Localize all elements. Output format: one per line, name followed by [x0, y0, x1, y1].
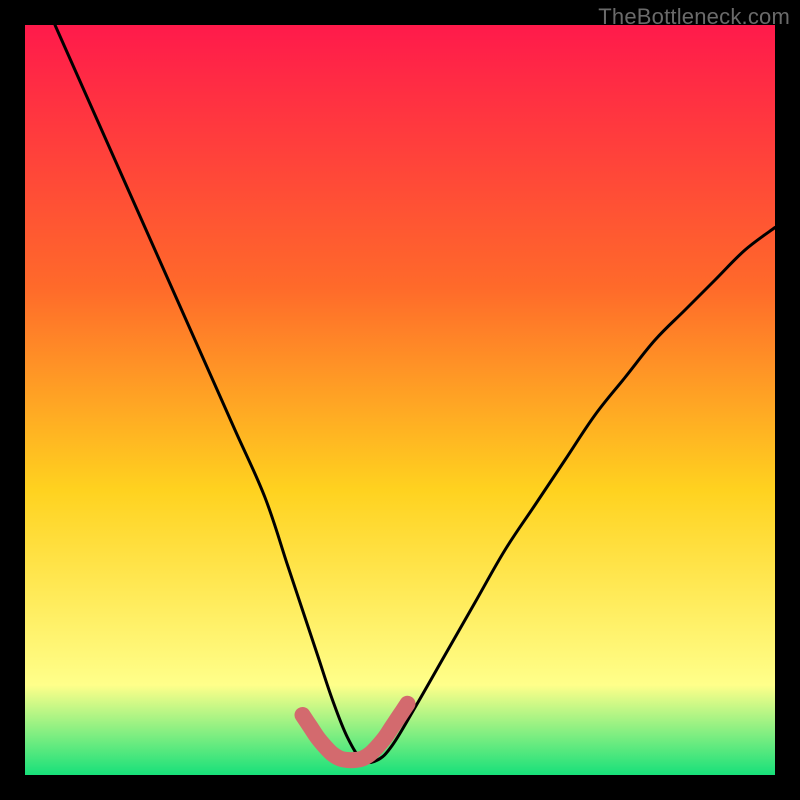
- chart-frame: [25, 25, 775, 775]
- gradient-background: [25, 25, 775, 775]
- bottleneck-chart: [25, 25, 775, 775]
